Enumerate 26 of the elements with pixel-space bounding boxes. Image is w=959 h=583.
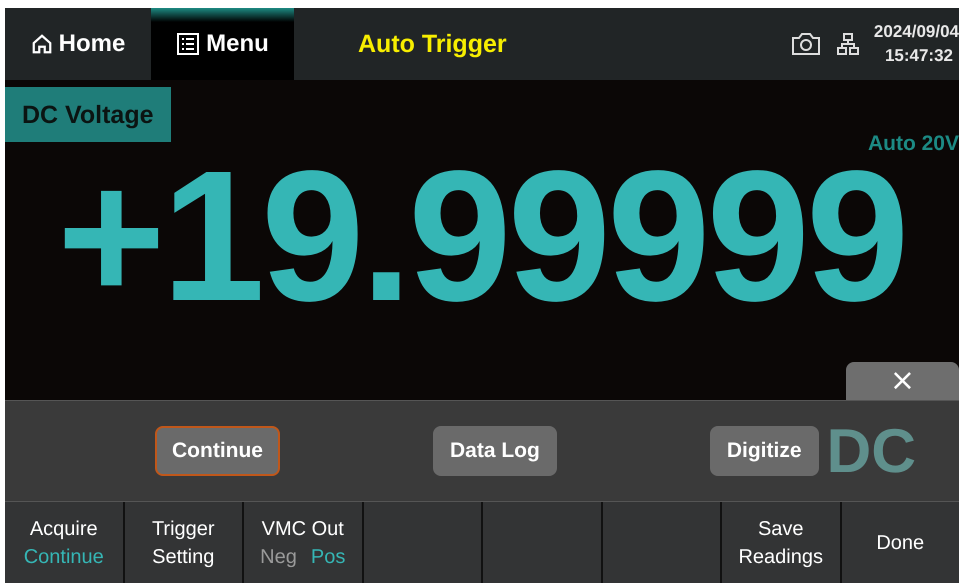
nav-tab[interactable]: Menu bbox=[151, 8, 294, 80]
mode-button[interactable]: Continue bbox=[155, 426, 280, 476]
close-button[interactable]: × bbox=[846, 362, 959, 400]
softkey[interactable]: Trigger Setting bbox=[124, 502, 242, 583]
softkey[interactable]: Save Readings bbox=[722, 502, 840, 583]
softkey-option: Neg bbox=[260, 542, 297, 570]
mode-button[interactable]: Digitize bbox=[710, 426, 818, 476]
softkey[interactable]: Acquire Continue bbox=[5, 502, 122, 583]
tab-label: Home bbox=[58, 30, 126, 58]
softkey[interactable]: Done bbox=[842, 502, 959, 583]
mode-button[interactable]: Data Log bbox=[432, 426, 557, 476]
home-icon bbox=[30, 33, 53, 55]
camera-icon[interactable] bbox=[790, 31, 822, 57]
time-text: 15:47:32 bbox=[884, 45, 953, 67]
softkey-value: Continue bbox=[24, 544, 104, 570]
mode-title: Auto Trigger bbox=[358, 28, 507, 60]
network-icon bbox=[836, 32, 860, 56]
softkey[interactable]: VMC Out Neg Pos bbox=[244, 502, 362, 583]
menu-icon bbox=[176, 32, 200, 56]
date-text: 2024/09/04 bbox=[874, 21, 959, 43]
tab-label: Menu bbox=[206, 30, 269, 58]
softkey-label: VMC Out bbox=[262, 516, 344, 542]
unit-label: DC bbox=[826, 416, 916, 486]
function-label: DC Voltage bbox=[5, 87, 170, 142]
softkey-label: Acquire bbox=[30, 516, 98, 542]
softkey-option: Pos bbox=[310, 542, 346, 570]
